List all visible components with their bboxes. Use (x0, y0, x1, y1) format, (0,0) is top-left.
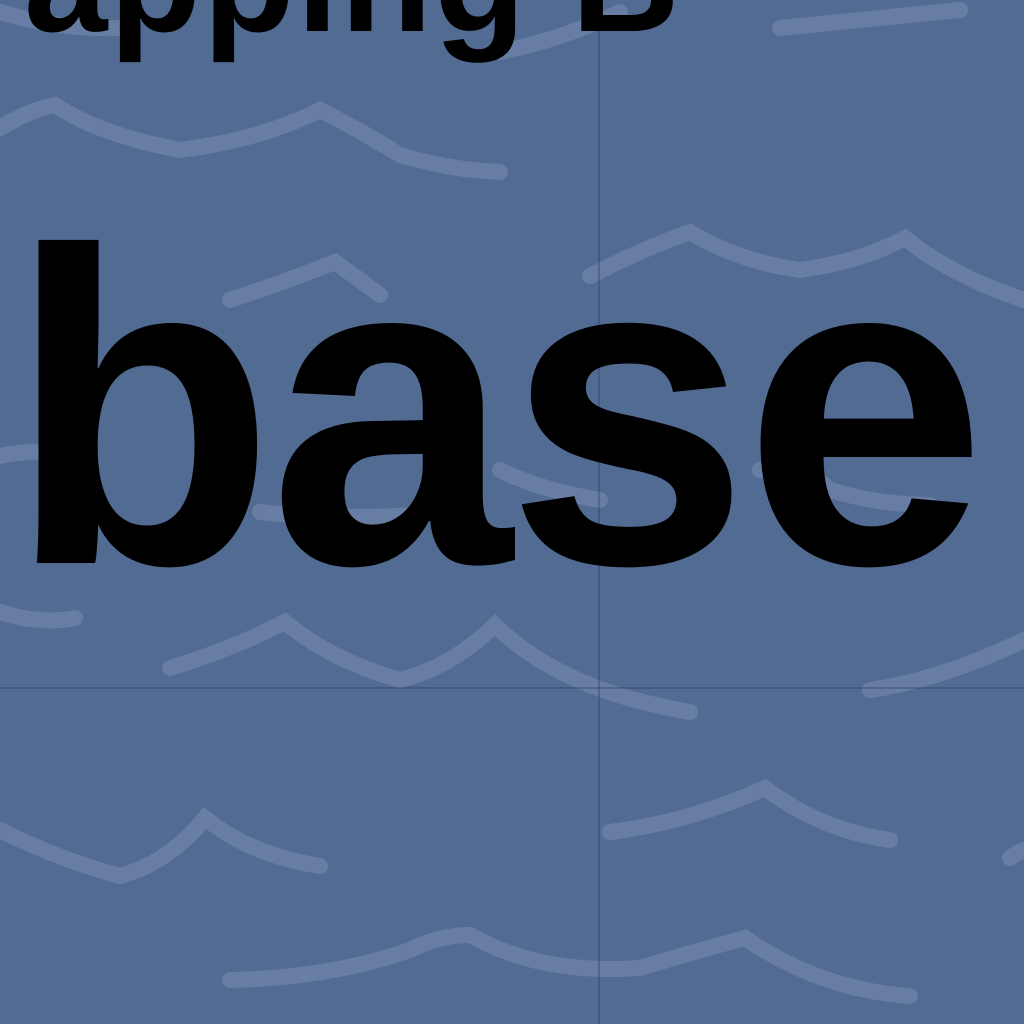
map-canvas[interactable]: apping B base (0, 0, 1024, 1024)
wave-16 (1002, 842, 1024, 866)
map-label-main: base (8, 159, 987, 658)
map-label-partial-top: apping B (24, 0, 682, 54)
tile-seam-horizontal (0, 687, 1024, 689)
